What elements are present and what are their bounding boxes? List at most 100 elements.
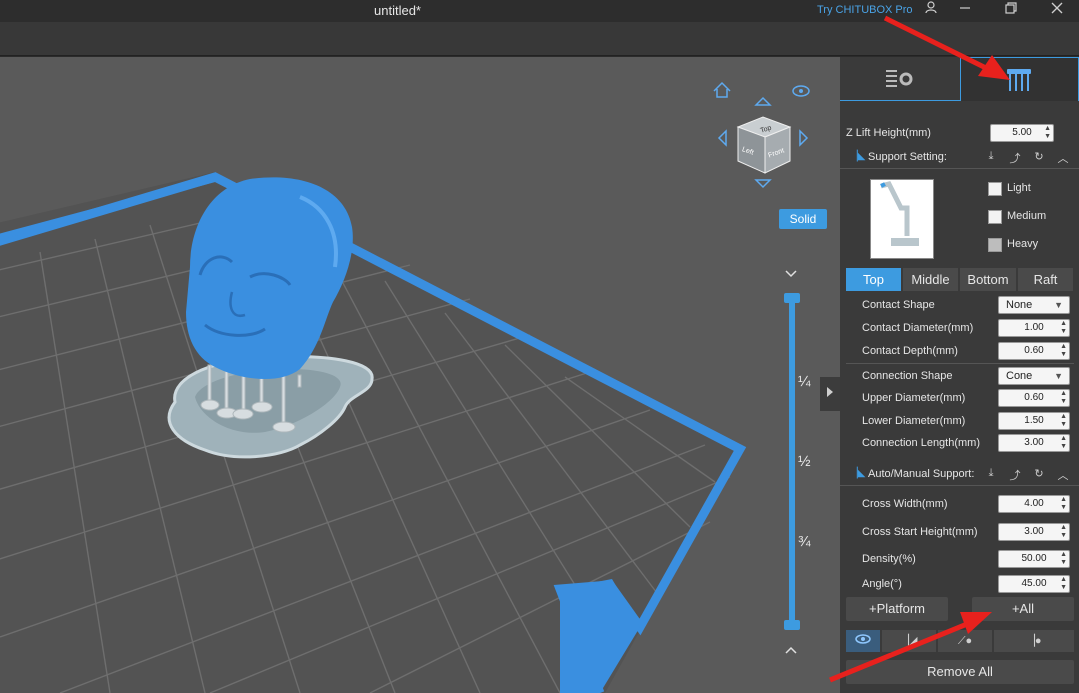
density-heavy-checkbox[interactable]: Heavy (988, 237, 1068, 253)
add-all-supports-button[interactable]: +All (972, 597, 1074, 621)
cube-face-top: Top (760, 125, 773, 135)
contact-depth-input[interactable]: 0.60 ▲ ▼ (998, 342, 1070, 360)
density-medium-checkbox[interactable]: Medium (988, 209, 1068, 225)
cross-start-height-value: 3.00 (1024, 526, 1044, 537)
export-icon[interactable]: ⤴ (1008, 467, 1022, 482)
contact-depth-value: 0.60 (1024, 345, 1044, 356)
collapse-up-icon[interactable]: ︿ (1056, 150, 1070, 165)
support-add-icon[interactable]: ⟋● (938, 630, 992, 652)
contact-diameter-input[interactable]: 1.00 ▲ ▼ (998, 319, 1070, 337)
density-light-checkbox[interactable]: Light (988, 181, 1068, 197)
reset-icon[interactable]: ↻ (1032, 150, 1046, 164)
connection-shape-select[interactable]: Cone ▼ (998, 367, 1070, 385)
chevron-right-icon (827, 387, 833, 397)
checkbox-box (988, 210, 1002, 224)
checkbox-box (988, 182, 1002, 196)
tab-support[interactable] (960, 57, 1079, 101)
contact-shape-label: Contact Shape (862, 299, 935, 311)
tab-settings[interactable] (840, 57, 960, 101)
panel-collapse-button[interactable] (820, 377, 840, 411)
eye-icon[interactable] (846, 630, 880, 652)
auto-manual-label: Auto/Manual Support: (868, 468, 975, 480)
reset-icon[interactable]: ↻ (1032, 467, 1046, 481)
tab-middle[interactable]: Middle (903, 268, 959, 291)
z-lift-input[interactable]: 5.00 ▲ ▼ (990, 124, 1054, 142)
remove-all-supports-button[interactable]: Remove All (846, 660, 1074, 684)
contact-diameter-label: Contact Diameter(mm) (862, 322, 974, 334)
collapse-up-icon[interactable]: ︿ (1056, 467, 1070, 482)
contact-depth-row: Contact Depth(mm) 0.60 ▲ ▼ (840, 341, 1079, 363)
toolbar-area (0, 22, 1079, 56)
support-pin-icon: ▕◣ (850, 151, 866, 162)
density-input[interactable]: 50.00 ▲ ▼ (998, 550, 1070, 568)
upper-diameter-value: 0.60 (1024, 392, 1044, 403)
z-lift-row: Z Lift Height(mm) 5.00 ▲ ▼ (840, 123, 1079, 145)
upper-diameter-input[interactable]: 0.60 ▲ ▼ (998, 389, 1070, 407)
lower-diameter-row: Lower Diameter(mm) 1.50 ▲ ▼ (840, 411, 1079, 433)
connection-length-input[interactable]: 3.00 ▲ ▼ (998, 434, 1070, 452)
contact-shape-row: Contact Shape None ▼ (840, 295, 1079, 317)
title-bar: untitled* Try CHITUBOX Pro (0, 0, 1079, 22)
cross-start-height-label: Cross Start Height(mm) (862, 526, 978, 538)
cross-start-height-input[interactable]: 3.00 ▲ ▼ (998, 523, 1070, 541)
cross-width-row: Cross Width(mm) 4.00 ▲ ▼ (840, 494, 1079, 516)
support-part-tabs: Top Middle Bottom Raft (846, 268, 1074, 291)
z-lift-label: Z Lift Height(mm) (846, 127, 931, 139)
close-icon[interactable] (1041, 0, 1073, 22)
connection-length-label: Connection Length(mm) (862, 437, 981, 449)
window-title: untitled* (374, 3, 421, 18)
density-row: Density(%) 50.00 ▲ ▼ (840, 549, 1079, 571)
minimize-icon[interactable] (949, 0, 981, 22)
connection-shape-label: Connection Shape (862, 370, 953, 382)
density-label: Density(%) (862, 553, 916, 565)
slider-mark-three-quarter: ¾ (798, 533, 811, 550)
support-preview-image (870, 179, 934, 259)
connection-length-value: 3.00 (1024, 437, 1044, 448)
cube-face-front: Front (767, 147, 785, 159)
angle-row: Angle(°) 45.00 ▲ ▼ (840, 574, 1079, 596)
layer-slider-bottom-handle[interactable] (784, 620, 800, 630)
chevron-down-icon[interactable] (785, 267, 797, 281)
tab-bottom[interactable]: Bottom (960, 268, 1017, 291)
add-platform-supports-button[interactable]: +Platform (846, 597, 948, 621)
contact-depth-label: Contact Depth(mm) (862, 345, 958, 357)
dropdown-arrow-icon: ▼ (1054, 300, 1063, 310)
list-gear-icon (886, 70, 913, 87)
support-brush-icon[interactable]: ▕◢ (882, 630, 936, 652)
support-remove-icon[interactable]: ▕● (994, 630, 1074, 652)
connection-length-row: Connection Length(mm) 3.00 ▲ ▼ (840, 433, 1079, 455)
contact-shape-value: None (1006, 299, 1033, 311)
restore-icon[interactable] (995, 0, 1027, 22)
try-pro-link[interactable]: Try CHITUBOX Pro (817, 4, 913, 16)
import-icon[interactable]: ⤓ (984, 467, 998, 481)
tab-top[interactable]: Top (846, 268, 902, 291)
3d-viewport[interactable]: Top Left Front Solid ¼ ½ ¾ (0, 57, 840, 693)
angle-input[interactable]: 45.00 ▲ ▼ (998, 575, 1070, 593)
cross-width-value: 4.00 (1024, 498, 1044, 509)
checkbox-box-checked (988, 238, 1002, 252)
layer-slider-top-handle[interactable] (784, 293, 800, 303)
support-table-icon (1007, 69, 1031, 91)
panel-tabs (840, 57, 1079, 101)
support-panel: Z Lift Height(mm) 5.00 ▲ ▼ ▕◣ Support Sett… (840, 57, 1079, 693)
lower-diameter-input[interactable]: 1.50 ▲ ▼ (998, 412, 1070, 430)
export-icon[interactable]: ⤴ (1008, 150, 1022, 165)
user-icon[interactable] (915, 0, 947, 22)
tab-raft[interactable]: Raft (1018, 268, 1074, 291)
chevron-up-icon[interactable] (785, 643, 797, 657)
import-icon[interactable]: ⤓ (984, 150, 998, 164)
view-mode-button[interactable]: Solid (779, 209, 827, 229)
upper-diameter-row: Upper Diameter(mm) 0.60 ▲ ▼ (840, 388, 1079, 410)
view-cube-labels: Top Left Front (741, 125, 785, 160)
support-tools-bar: ▕◢ ⟋● ▕● (846, 630, 1074, 652)
layer-slider-track[interactable] (789, 297, 795, 627)
cross-width-input[interactable]: 4.00 ▲ ▼ (998, 495, 1070, 513)
cross-start-height-row: Cross Start Height(mm) 3.00 ▲ ▼ (840, 522, 1079, 544)
dropdown-arrow-icon: ▼ (1054, 371, 1063, 381)
divider (846, 363, 1074, 364)
support-pin-icon: ▕◣ (850, 468, 866, 479)
contact-shape-select[interactable]: None ▼ (998, 296, 1070, 314)
support-setting-header: ▕◣ Support Setting: ⤓ ⤴ ↻ ︿ (840, 147, 1079, 169)
slider-mark-half: ½ (798, 453, 811, 470)
cross-width-label: Cross Width(mm) (862, 498, 948, 510)
